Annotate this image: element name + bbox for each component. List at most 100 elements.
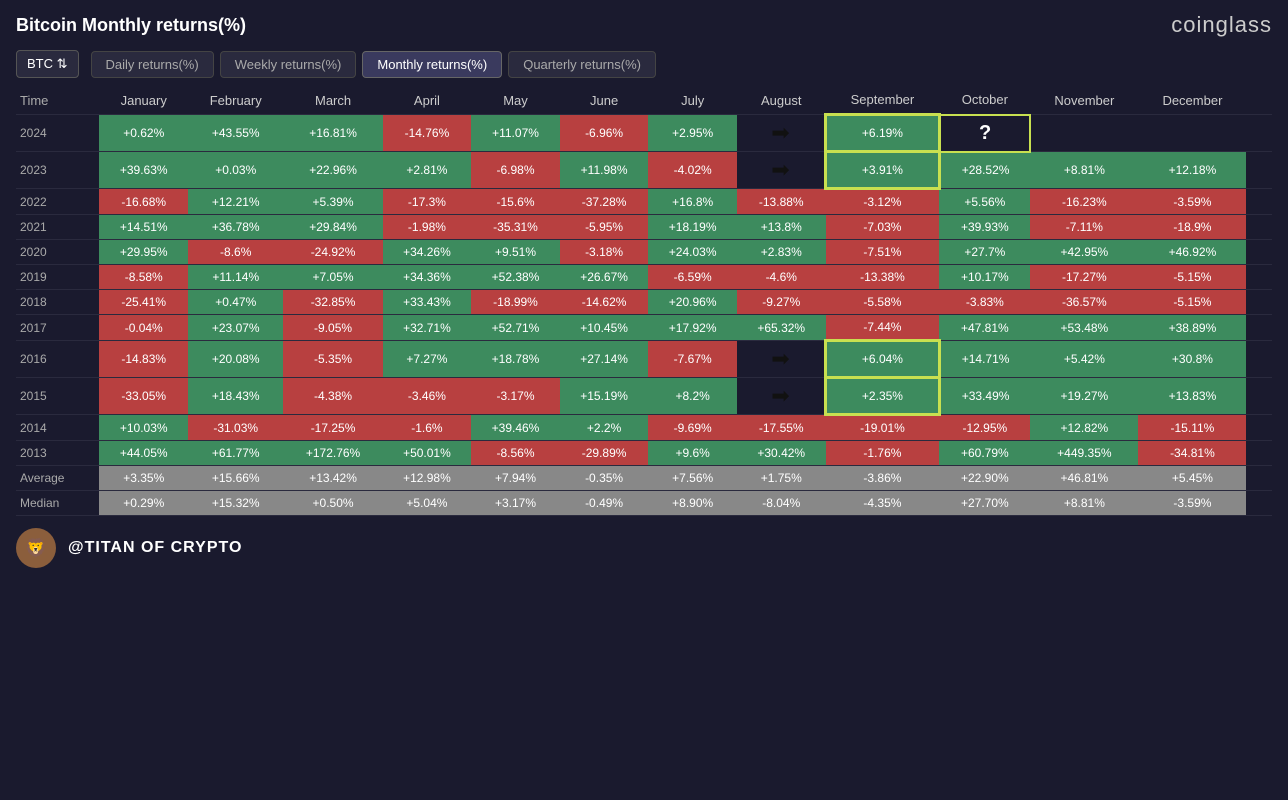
year-cell: 2024 [16,115,99,152]
return-cell: -4.38% [283,378,382,415]
average-row: Average+3.35%+15.66%+13.42%+12.98%+7.94%… [16,466,1272,491]
tab-bar: BTC ⇅ Daily returns(%) Weekly returns(%)… [0,46,1288,86]
return-cell: +39.63% [99,152,188,189]
return-cell: +14.71% [939,341,1030,378]
return-cell: -15.11% [1138,415,1246,441]
median-label: Median [16,491,99,516]
average-cell: +22.90% [939,466,1030,491]
return-cell: +15.19% [560,378,649,415]
average-cell: +7.56% [648,466,737,491]
return-cell: +17.92% [648,315,737,341]
return-cell: +16.81% [283,115,382,152]
table-row: 2015-33.05%+18.43%-4.38%-3.46%-3.17%+15.… [16,378,1272,415]
return-cell: +12.18% [1138,152,1246,189]
col-header-march: March [283,86,382,115]
col-header-february: February [188,86,283,115]
return-cell: +61.77% [188,441,283,466]
return-cell: -9.27% [737,290,826,315]
year-cell: 2014 [16,415,99,441]
return-cell: -7.03% [826,215,940,240]
return-cell: -37.28% [560,189,649,215]
return-cell: ➡ [737,115,826,152]
col-header-december: December [1138,86,1246,115]
brand-logo: coinglass [1171,12,1272,38]
return-cell: +29.95% [99,240,188,265]
return-cell: -3.59% [1138,189,1246,215]
return-cell: -1.98% [383,215,472,240]
return-cell: +6.04% [826,341,940,378]
return-cell: ➡ [737,378,826,415]
median-cell: +0.29% [99,491,188,516]
return-cell: -17.55% [737,415,826,441]
col-header-july: July [648,86,737,115]
table-row: 2013+44.05%+61.77%+172.76%+50.01%-8.56%-… [16,441,1272,466]
tab-weekly[interactable]: Weekly returns(%) [220,51,357,78]
return-cell: +34.26% [383,240,472,265]
btc-selector[interactable]: BTC ⇅ [16,50,79,78]
return-cell: +42.95% [1030,240,1138,265]
return-cell: -13.88% [737,189,826,215]
return-cell: +30.8% [1138,341,1246,378]
return-cell: +60.79% [939,441,1030,466]
tab-quarterly[interactable]: Quarterly returns(%) [508,51,656,78]
median-cell: +3.17% [471,491,560,516]
return-cell [1259,115,1272,152]
return-cell: -17.27% [1030,265,1138,290]
return-cell: +9.6% [648,441,737,466]
return-cell: -17.25% [283,415,382,441]
return-cell: +23.07% [188,315,283,341]
return-cell: +22.96% [283,152,382,189]
return-cell: -5.15% [1138,265,1246,290]
page-title: Bitcoin Monthly returns(%) [16,15,246,36]
return-cell: +10.17% [939,265,1030,290]
return-cell: +26.67% [560,265,649,290]
return-cell: -3.46% [383,378,472,415]
return-cell: +449.35% [1030,441,1138,466]
return-cell: -8.6% [188,240,283,265]
return-cell: -3.17% [471,378,560,415]
average-cell: -0.35% [560,466,649,491]
page-header: Bitcoin Monthly returns(%) coinglass [0,0,1288,46]
col-header-september: September [826,86,940,115]
return-cell: +11.98% [560,152,649,189]
return-cell: +9.51% [471,240,560,265]
year-cell: 2022 [16,189,99,215]
username: @TITAN OF CRYPTO [68,539,242,557]
return-cell: +16.8% [648,189,737,215]
return-cell: +44.05% [99,441,188,466]
return-cell: -29.89% [560,441,649,466]
return-cell: +5.39% [283,189,382,215]
return-cell: +18.19% [648,215,737,240]
return-cell [1030,115,1138,152]
return-cell: -6.59% [648,265,737,290]
col-header-november: November [1030,86,1138,115]
return-cell: +24.03% [648,240,737,265]
return-cell: -16.68% [99,189,188,215]
return-cell: -9.69% [648,415,737,441]
return-cell: -6.96% [560,115,649,152]
return-cell: +43.55% [188,115,283,152]
year-cell: 2020 [16,240,99,265]
return-cell: +19.27% [1030,378,1138,415]
return-cell: ➡ [737,152,826,189]
return-cell [1138,115,1246,152]
tab-monthly[interactable]: Monthly returns(%) [362,51,502,78]
average-cell: +3.35% [99,466,188,491]
average-cell: +5.45% [1138,466,1246,491]
return-cell: +12.21% [188,189,283,215]
return-cell: +28.52% [939,152,1030,189]
median-cell: +8.81% [1030,491,1138,516]
return-cell: +38.89% [1138,315,1246,341]
year-cell: 2017 [16,315,99,341]
table-row: 2014+10.03%-31.03%-17.25%-1.6%+39.46%+2.… [16,415,1272,441]
return-cell: +0.03% [188,152,283,189]
col-header-october: October [939,86,1030,115]
return-cell: -14.83% [99,341,188,378]
return-cell: +12.82% [1030,415,1138,441]
table-row: 2019-8.58%+11.14%+7.05%+34.36%+52.38%+26… [16,265,1272,290]
return-cell: +0.47% [188,290,283,315]
return-cell: -35.31% [471,215,560,240]
tab-daily[interactable]: Daily returns(%) [91,51,214,78]
return-cell: -4.6% [737,265,826,290]
table-row: 2021+14.51%+36.78%+29.84%-1.98%-35.31%-5… [16,215,1272,240]
